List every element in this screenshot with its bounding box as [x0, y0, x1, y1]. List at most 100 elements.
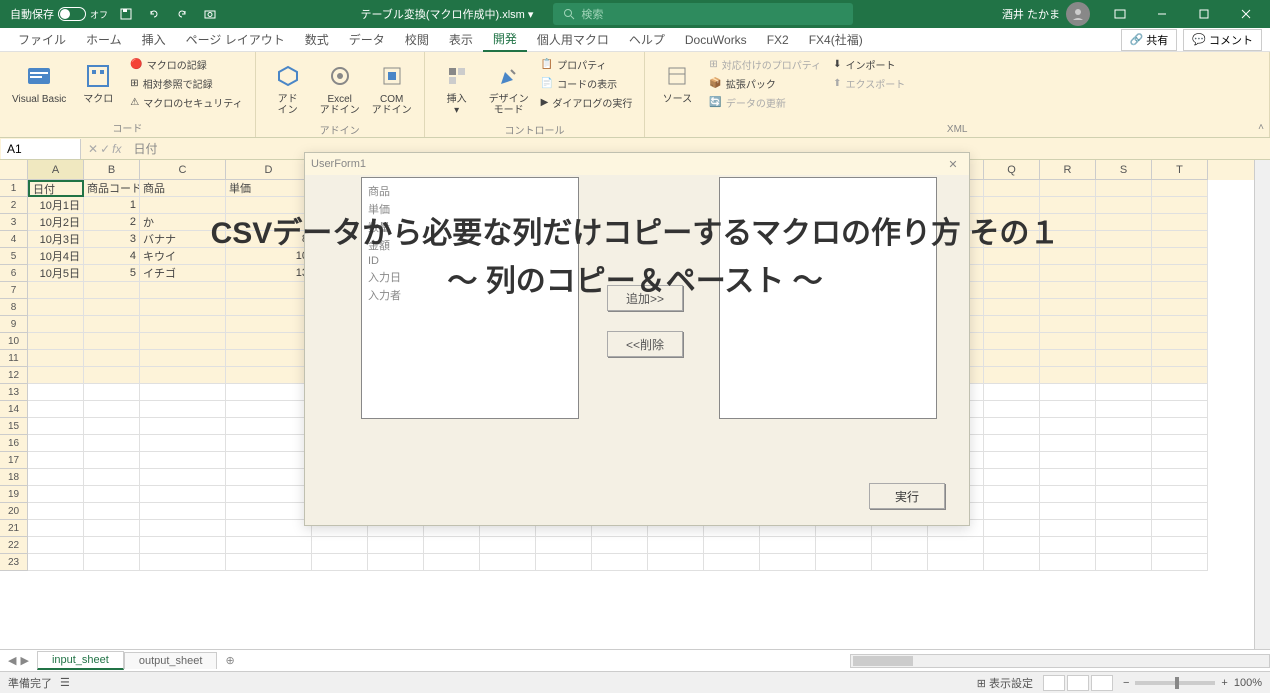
cell-R21[interactable] — [1040, 520, 1096, 537]
cell-T6[interactable] — [1152, 265, 1208, 282]
cell-R20[interactable] — [1040, 503, 1096, 520]
cell-C15[interactable] — [140, 418, 226, 435]
ribbon-mode-icon[interactable] — [1100, 0, 1140, 28]
sheet-tab-input[interactable]: input_sheet — [37, 651, 124, 670]
accessibility-icon[interactable]: ☰ — [60, 676, 70, 689]
cell-A15[interactable] — [28, 418, 84, 435]
cell-A21[interactable] — [28, 520, 84, 537]
cell-Q7[interactable] — [984, 282, 1040, 299]
row-header-19[interactable]: 19 — [0, 486, 28, 503]
cell-F23[interactable] — [368, 554, 424, 571]
cell-T10[interactable] — [1152, 333, 1208, 350]
cell-I23[interactable] — [536, 554, 592, 571]
cell-Q6[interactable] — [984, 265, 1040, 282]
cell-A19[interactable] — [28, 486, 84, 503]
cell-B23[interactable] — [84, 554, 140, 571]
cell-S4[interactable] — [1096, 231, 1152, 248]
cell-R4[interactable] — [1040, 231, 1096, 248]
cell-D5[interactable]: 10 — [226, 248, 312, 265]
cell-C3[interactable]: か — [140, 214, 226, 231]
cell-D17[interactable] — [226, 452, 312, 469]
xml-source-button[interactable]: ソース — [653, 56, 701, 109]
cell-T22[interactable] — [1152, 537, 1208, 554]
cell-S5[interactable] — [1096, 248, 1152, 265]
cell-A23[interactable] — [28, 554, 84, 571]
cell-M23[interactable] — [760, 554, 816, 571]
cell-B6[interactable]: 5 — [84, 265, 140, 282]
list-item[interactable]: 単価 — [366, 200, 574, 218]
cell-B14[interactable] — [84, 401, 140, 418]
cell-C14[interactable] — [140, 401, 226, 418]
cell-Q23[interactable] — [984, 554, 1040, 571]
cell-Q1[interactable] — [984, 180, 1040, 197]
list-item[interactable]: 金額 — [366, 236, 574, 254]
import-button[interactable]: ⬇ インポート — [829, 56, 909, 73]
cell-S14[interactable] — [1096, 401, 1152, 418]
cell-T11[interactable] — [1152, 350, 1208, 367]
cell-Q5[interactable] — [984, 248, 1040, 265]
cell-C7[interactable] — [140, 282, 226, 299]
redo-icon[interactable] — [172, 4, 192, 24]
cell-T20[interactable] — [1152, 503, 1208, 520]
map-props-button[interactable]: ⊞ 対応付けのプロパティ — [705, 56, 825, 73]
cell-C19[interactable] — [140, 486, 226, 503]
cell-Q15[interactable] — [984, 418, 1040, 435]
cell-T21[interactable] — [1152, 520, 1208, 537]
camera-icon[interactable] — [200, 4, 220, 24]
cell-R12[interactable] — [1040, 367, 1096, 384]
cell-L22[interactable] — [704, 537, 760, 554]
cell-R1[interactable] — [1040, 180, 1096, 197]
row-header-21[interactable]: 21 — [0, 520, 28, 537]
cell-D4[interactable]: 8 — [226, 231, 312, 248]
col-header-Q[interactable]: Q — [984, 160, 1040, 180]
cell-T23[interactable] — [1152, 554, 1208, 571]
cell-E22[interactable] — [312, 537, 368, 554]
cell-T8[interactable] — [1152, 299, 1208, 316]
ribbon-tab-校閲[interactable]: 校閲 — [395, 28, 439, 52]
filename[interactable]: テーブル変換(マクロ作成中).xlsm ▾ — [361, 6, 534, 22]
properties-button[interactable]: 📋 プロパティ — [537, 56, 637, 73]
minimize-icon[interactable] — [1142, 0, 1182, 28]
cell-B13[interactable] — [84, 384, 140, 401]
cell-Q19[interactable] — [984, 486, 1040, 503]
ribbon-tab-データ[interactable]: データ — [339, 28, 395, 52]
cell-A4[interactable]: 10月3日 — [28, 231, 84, 248]
cell-D6[interactable]: 13 — [226, 265, 312, 282]
excel-addin-button[interactable]: Excel アドイン — [316, 56, 364, 120]
cell-T13[interactable] — [1152, 384, 1208, 401]
cell-R8[interactable] — [1040, 299, 1096, 316]
cell-N22[interactable] — [816, 537, 872, 554]
cell-T17[interactable] — [1152, 452, 1208, 469]
cell-D1[interactable]: 単価 — [226, 180, 312, 197]
col-header-A[interactable]: A — [28, 160, 84, 180]
cell-R6[interactable] — [1040, 265, 1096, 282]
cell-S22[interactable] — [1096, 537, 1152, 554]
row-header-9[interactable]: 9 — [0, 316, 28, 333]
delete-button[interactable]: <<削除 — [607, 331, 683, 357]
row-header-4[interactable]: 4 — [0, 231, 28, 248]
cell-A6[interactable]: 10月5日 — [28, 265, 84, 282]
addin-button[interactable]: アド イン — [264, 56, 312, 120]
row-header-15[interactable]: 15 — [0, 418, 28, 435]
cell-Q17[interactable] — [984, 452, 1040, 469]
relative-ref-button[interactable]: ⊞ 相対参照で記録 — [126, 75, 246, 92]
cell-S11[interactable] — [1096, 350, 1152, 367]
cell-D14[interactable] — [226, 401, 312, 418]
insert-control-button[interactable]: 挿入 ▾ — [433, 56, 481, 120]
ribbon-tab-ファイル[interactable]: ファイル — [8, 28, 76, 52]
cell-S9[interactable] — [1096, 316, 1152, 333]
cell-G22[interactable] — [424, 537, 480, 554]
ribbon-tab-表示[interactable]: 表示 — [439, 28, 483, 52]
cell-D12[interactable] — [226, 367, 312, 384]
zoom-in-icon[interactable]: + — [1221, 677, 1227, 689]
macro-security-button[interactable]: ⚠ マクロのセキュリティ — [126, 94, 246, 111]
cell-A11[interactable] — [28, 350, 84, 367]
cell-A14[interactable] — [28, 401, 84, 418]
cell-F22[interactable] — [368, 537, 424, 554]
cell-Q13[interactable] — [984, 384, 1040, 401]
cell-Q21[interactable] — [984, 520, 1040, 537]
row-header-23[interactable]: 23 — [0, 554, 28, 571]
ribbon-tab-FX2[interactable]: FX2 — [757, 28, 799, 52]
cell-A9[interactable] — [28, 316, 84, 333]
comment-button[interactable]: 💬 コメント — [1183, 29, 1262, 51]
